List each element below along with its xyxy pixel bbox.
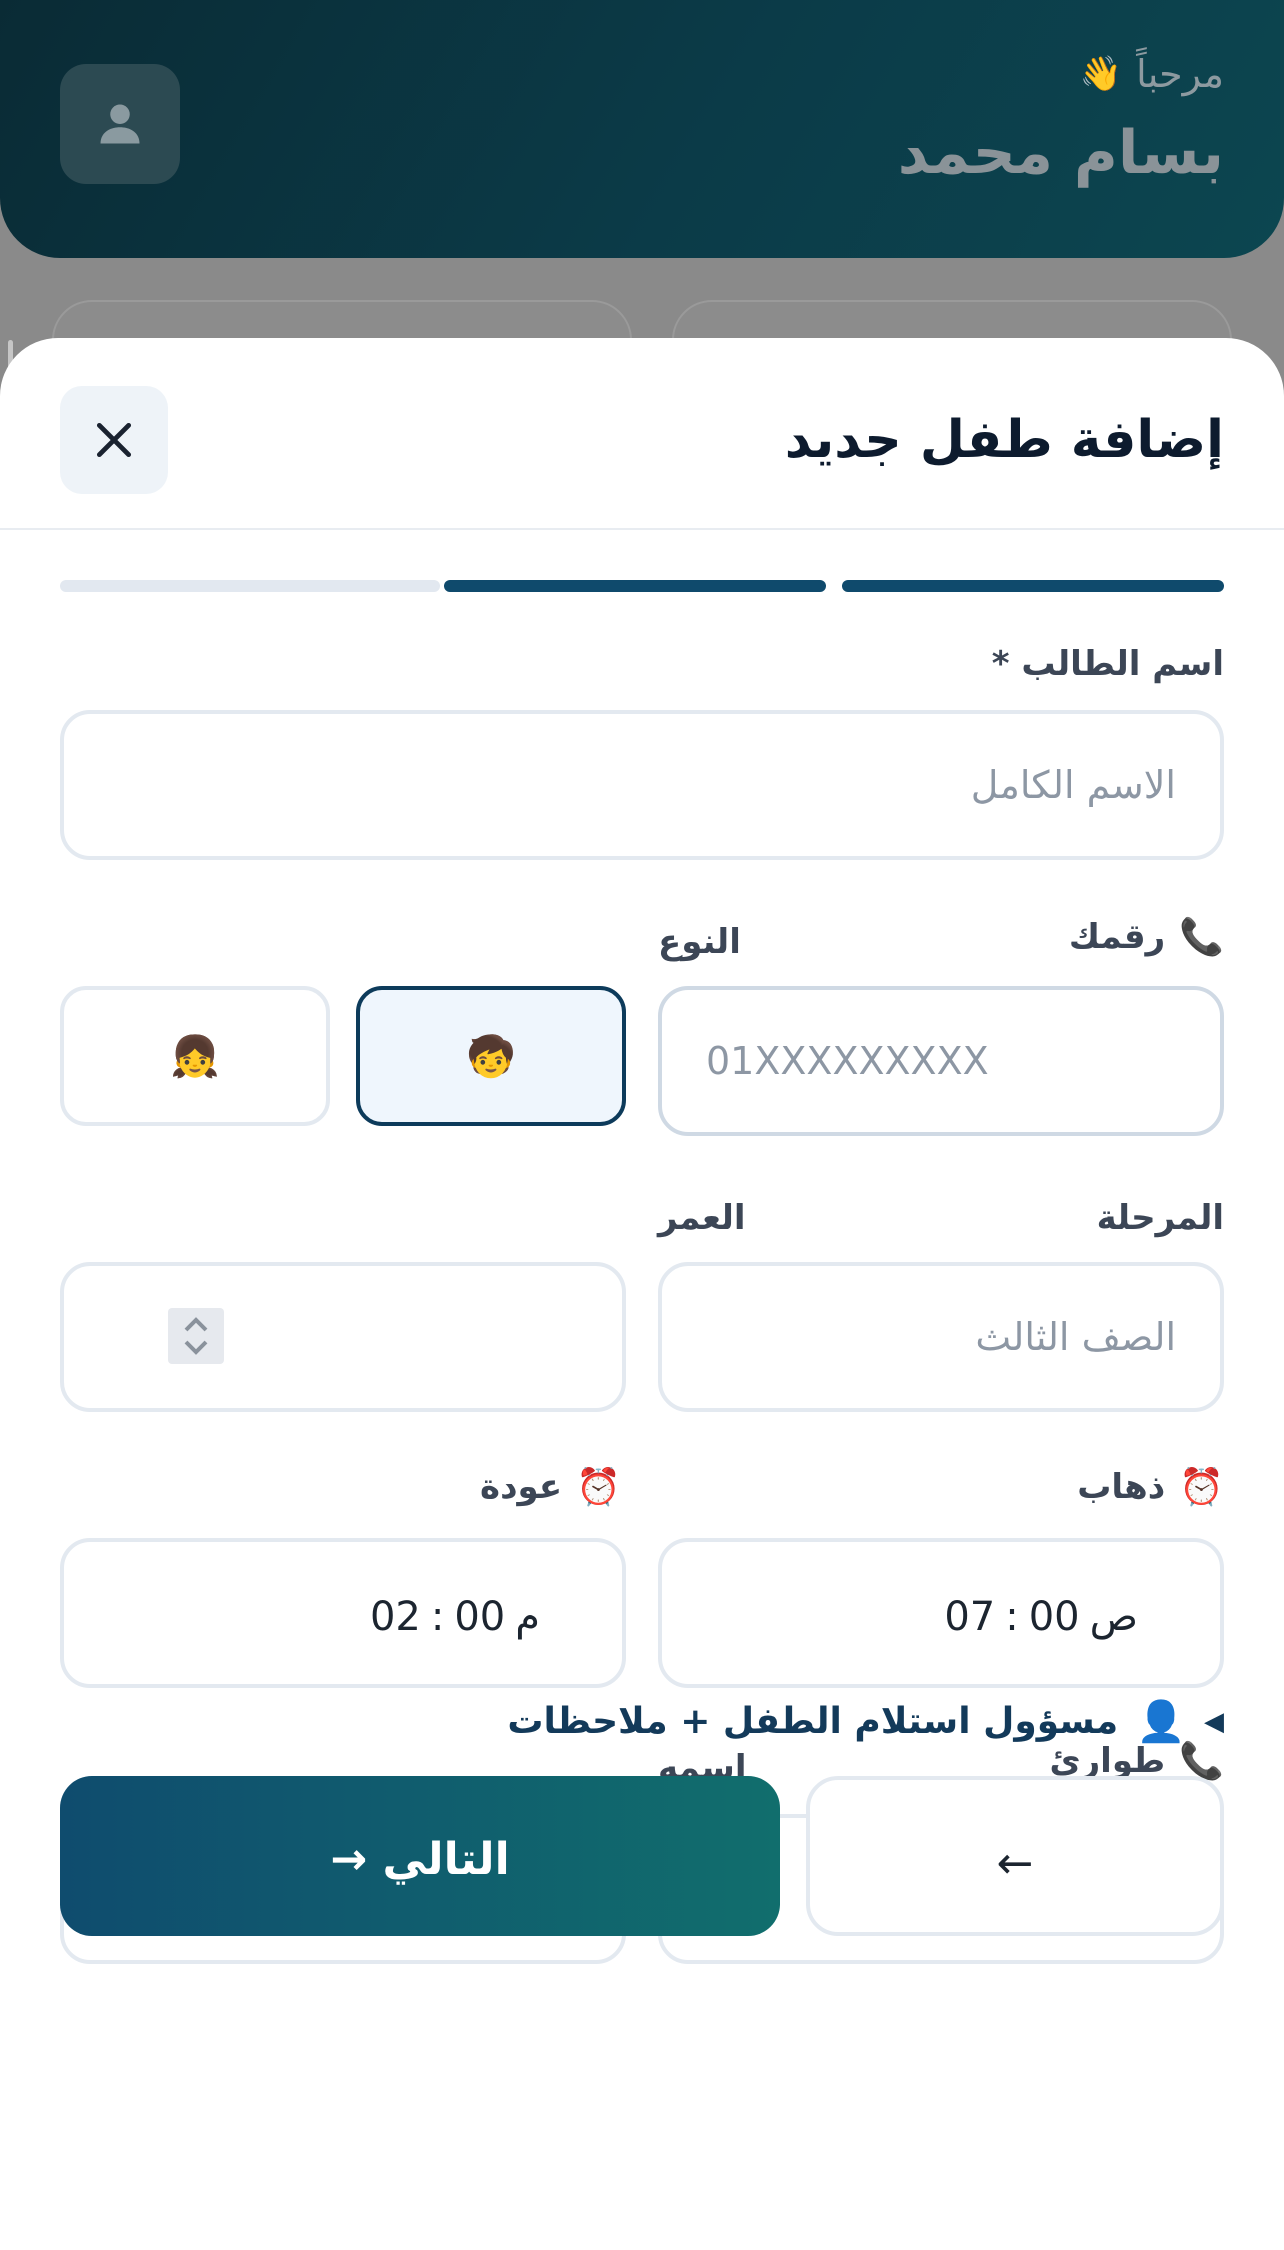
stage-input[interactable] [706,1315,1176,1359]
greeting: مرحباً 👋 [1080,52,1224,96]
age-label: العمر [658,1198,746,1238]
gender-label: النوع [658,922,741,962]
stepper-arrows-icon [184,1317,208,1355]
sheet-header: إضافة طفل جديد [0,338,1284,530]
add-child-sheet: إضافة طفل جديد اسم الطالب * 📞 رقمك النوع… [0,338,1284,2250]
phone-field[interactable] [658,986,1224,1136]
emergency-label-text: طوارئ [1049,1741,1166,1781]
next-button[interactable]: التالي → [60,1776,780,1936]
alarm-clock-icon: ⏰ [576,1467,621,1508]
departure-time-field[interactable]: 07 : 00 ص [658,1538,1224,1688]
progress-step-1 [842,580,1224,592]
pickup-notes-label: مسؤول استلام الطفل + ملاحظات [507,1701,1119,1742]
phone-label-text: رقمك [1068,917,1166,957]
user-name: بسام محمد [897,118,1224,188]
departure-minute[interactable]: 00 [1029,1594,1080,1640]
return-label-text: عودة [480,1467,563,1507]
person-silhouette-icon: 👤 [1136,1699,1186,1745]
phone-input[interactable] [706,1039,1176,1083]
pickup-notes-toggle[interactable]: ◀ 👤 مسؤول استلام الطفل + ملاحظات [507,1698,1224,1745]
progress-step-2 [444,580,826,592]
departure-hour[interactable]: 07 [944,1594,995,1640]
app-header: مرحباً 👋 بسام محمد [0,0,1284,258]
return-time-field[interactable]: 02 : 00 م [60,1538,626,1688]
stage-label: المرحلة [1096,1198,1224,1238]
student-name-field[interactable] [60,710,1224,860]
return-hour[interactable]: 02 [370,1594,421,1640]
phone-label: 📞 رقمك [1069,916,1224,958]
departure-label: ⏰ ذهاب [1077,1466,1224,1508]
sheet-title: إضافة طفل جديد [784,410,1224,470]
expand-triangle-icon: ◀ [1204,1706,1224,1737]
return-period[interactable]: م [515,1594,540,1640]
girl-icon: 👧 [170,1033,220,1080]
alarm-clock-icon: ⏰ [1179,1467,1224,1508]
back-button[interactable]: ← [806,1776,1224,1936]
boy-icon: 🧒 [466,1033,516,1080]
return-minute[interactable]: 00 [454,1594,505,1640]
age-field[interactable] [60,1262,626,1412]
return-time[interactable]: 02 : 00 م [370,1594,568,1640]
close-icon [96,422,132,458]
waving-hand-icon: 👋 [1079,54,1123,94]
gender-boy-button[interactable]: 🧒 [356,986,626,1126]
departure-label-text: ذهاب [1077,1467,1166,1507]
student-name-input[interactable] [108,763,1176,807]
user-icon [100,104,140,144]
phone-icon: 📞 [1179,917,1224,958]
profile-button[interactable] [60,64,180,184]
stage-field[interactable] [658,1262,1224,1412]
student-name-label: اسم الطالب * [991,644,1224,684]
age-stepper[interactable] [168,1308,224,1364]
departure-time[interactable]: 07 : 00 ص [944,1594,1166,1640]
close-button[interactable] [60,386,168,494]
progress-step-3 [60,580,440,592]
greeting-text: مرحباً [1136,52,1224,96]
departure-period[interactable]: ص [1090,1594,1138,1640]
return-label: ⏰ عودة [480,1466,621,1508]
gender-girl-button[interactable]: 👧 [60,986,330,1126]
